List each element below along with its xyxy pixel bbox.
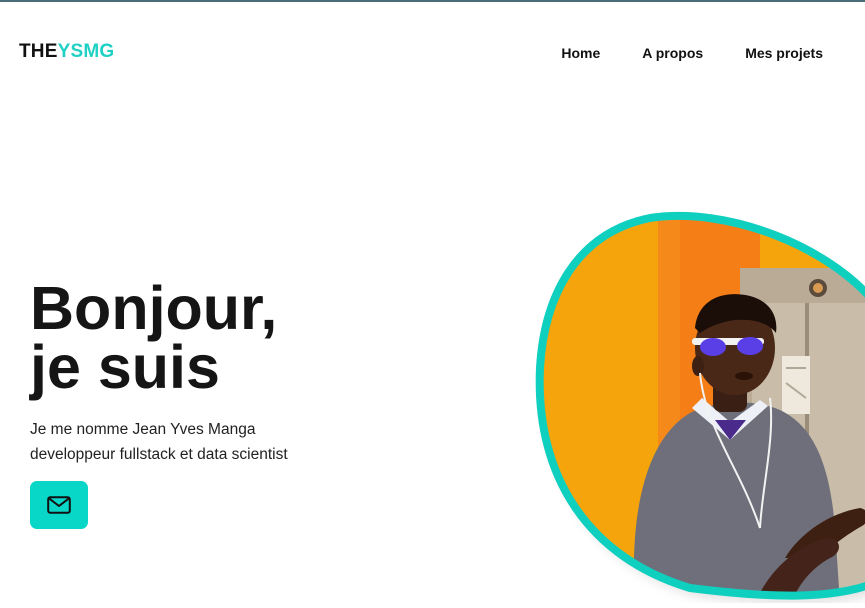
nav-item-a-propos[interactable]: A propos (642, 45, 703, 61)
mail-icon (47, 496, 71, 514)
hero-intro: Je me nomme Jean Yves Manga developpeur … (30, 417, 288, 467)
hero-headline: Bonjour, je suis (30, 274, 278, 401)
logo-text-part1: THE (19, 41, 58, 62)
logo-text-part2: YSMG (57, 41, 115, 62)
nav-item-home[interactable]: Home (561, 45, 600, 61)
intro-line-1: Je me nomme Jean Yves Manga (30, 421, 256, 438)
main-nav: Home A propos Mes projets (561, 45, 823, 61)
site-logo[interactable]: THEYSMG (19, 41, 114, 63)
intro-line-2: developpeur fullstack et data scientist (30, 446, 288, 463)
contact-mail-button[interactable] (30, 481, 88, 529)
portrait-image (535, 211, 865, 604)
nav-item-mes-projets[interactable]: Mes projets (745, 45, 823, 61)
top-border (0, 0, 865, 2)
portrait-blob (530, 208, 865, 604)
headline-line-2: je suis (30, 333, 220, 401)
headline-line-1: Bonjour, (30, 274, 278, 342)
